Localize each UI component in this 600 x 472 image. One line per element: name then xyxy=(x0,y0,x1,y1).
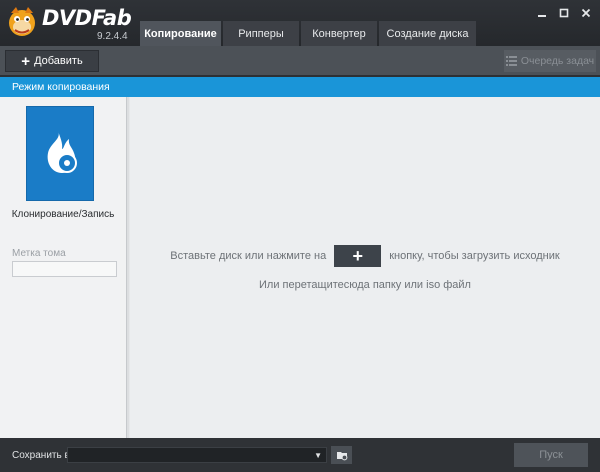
tab-disc-creator[interactable]: Создание диска xyxy=(379,21,476,46)
close-icon xyxy=(581,8,591,18)
app-name: DVDFab xyxy=(42,6,132,30)
browse-folder-button[interactable] xyxy=(331,446,352,464)
restore-button[interactable] xyxy=(556,6,572,20)
app-version: 9.2.4.4 xyxy=(97,31,128,42)
volume-label-input[interactable] xyxy=(12,261,117,277)
task-queue-button[interactable]: Очередь задач xyxy=(504,50,596,72)
main-tabs: Копирование Рипперы Конвертер Создание д… xyxy=(140,21,478,46)
tab-converter[interactable]: Конвертер xyxy=(301,21,377,46)
copy-mode-title: Режим копирования xyxy=(12,81,110,93)
bottom-bar: Сохранить в: ▼ Пуск xyxy=(0,438,600,472)
toolbar: + Добавить Очередь задач xyxy=(0,46,600,75)
copy-mode-bar: Режим копирования xyxy=(0,77,600,97)
minimize-icon xyxy=(538,15,546,17)
source-drop-area[interactable]: Вставьте диск или нажмите на + кнопку, ч… xyxy=(130,97,600,438)
inline-add-button[interactable]: + xyxy=(334,245,382,267)
hint-text-after: кнопку, чтобы загрузить исходник xyxy=(389,250,560,262)
save-to-combobox[interactable]: ▼ xyxy=(67,447,327,463)
save-to-label: Сохранить в: xyxy=(12,450,73,461)
app-logo: DVDFab 9.2.4.4 xyxy=(6,3,136,43)
tab-copy[interactable]: Копирование xyxy=(140,21,221,46)
drag-drop-hint: Или перетащитесюда папку или iso файл xyxy=(259,279,471,291)
plus-icon: + xyxy=(352,245,363,266)
plus-icon: + xyxy=(21,52,31,70)
volume-label-caption: Метка тома xyxy=(12,248,66,259)
mode-clone-burn-card[interactable] xyxy=(26,106,94,201)
task-queue-label: Очередь задач xyxy=(520,55,595,67)
folder-settings-icon xyxy=(336,452,347,461)
flame-disc-icon xyxy=(47,131,77,173)
close-button[interactable] xyxy=(578,6,594,20)
dvdfab-mascot-icon xyxy=(9,7,35,36)
mode-panel: Клонирование/Запись Метка тома xyxy=(0,97,126,438)
mode-clone-burn-label: Клонирование/Запись xyxy=(11,209,115,220)
chevron-down-icon[interactable]: ▼ xyxy=(314,451,322,460)
hint-text-before: Вставьте диск или нажмите на xyxy=(170,250,327,262)
add-source-label: Добавить xyxy=(34,55,83,67)
start-button[interactable]: Пуск xyxy=(514,443,588,467)
add-source-button[interactable]: + Добавить xyxy=(5,50,99,72)
tab-rippers[interactable]: Рипперы xyxy=(223,21,299,46)
restore-icon xyxy=(559,8,569,18)
minimize-button[interactable] xyxy=(534,6,550,20)
list-icon xyxy=(505,56,517,66)
window-controls xyxy=(534,6,594,20)
load-source-hint: Вставьте диск или нажмите на + кнопку, ч… xyxy=(130,244,600,268)
title-bar: DVDFab 9.2.4.4 Копирование Рипперы Конве… xyxy=(0,0,600,46)
